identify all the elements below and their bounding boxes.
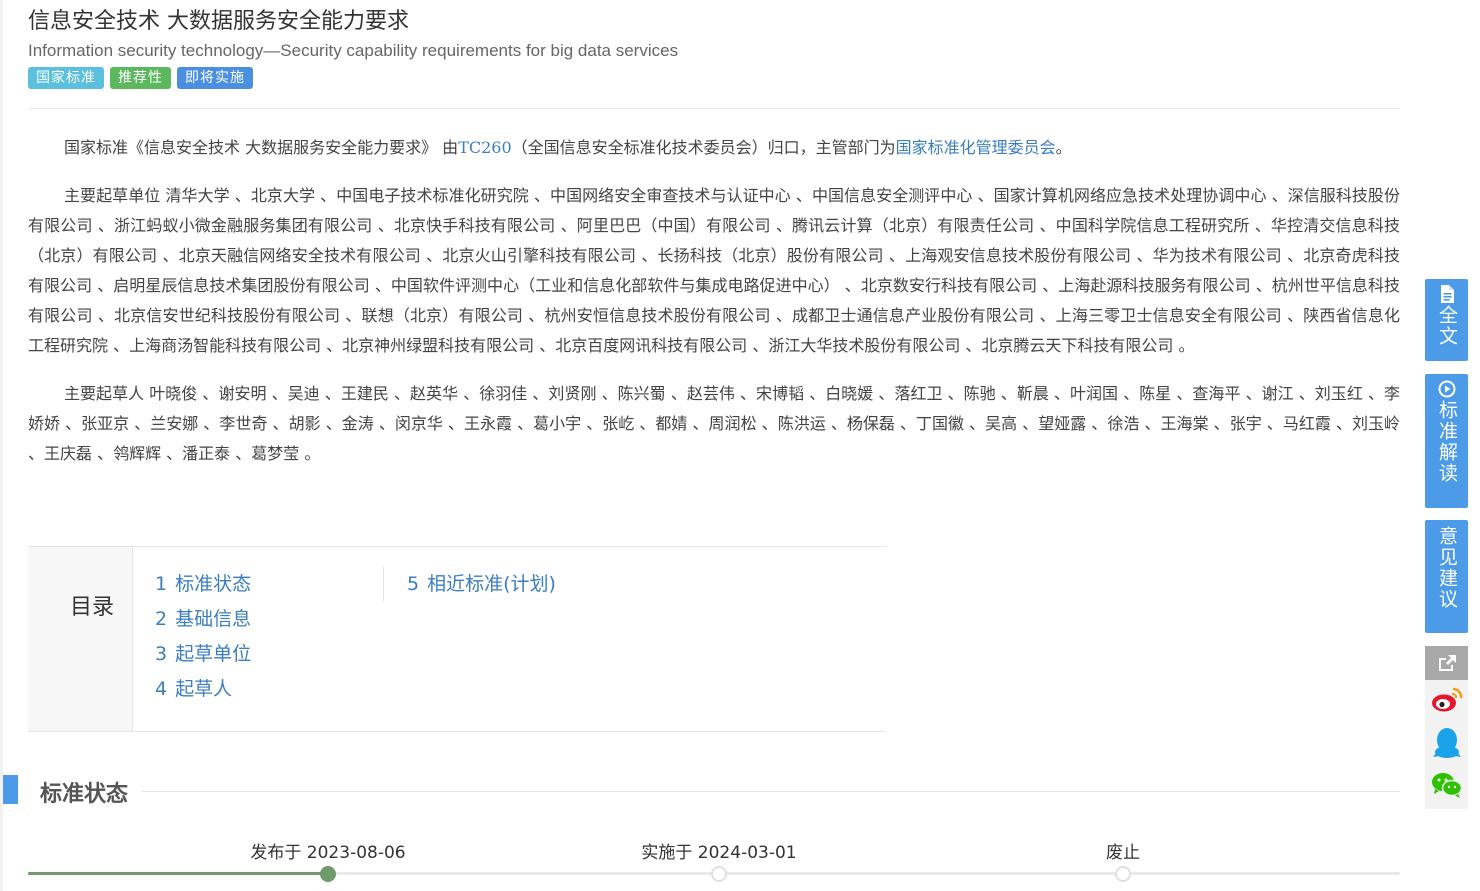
tc260-link[interactable]: TC260 [458,138,511,157]
toc-column-1: 1 标准状态 2 基础信息 3 起草单位 4 起草人 [155,567,251,707]
toc-item-number: 3 [155,643,168,665]
badge-upcoming: 即将实施 [177,67,253,89]
badge-group: 国家标准 推荐性 即将实施 [28,67,1400,89]
page: 信息安全技术 大数据服务安全能力要求 Information security … [0,0,1480,891]
interpretation-label: 标准解读 [1436,400,1458,484]
page-subtitle: Information security technology—Security… [28,41,679,60]
timeline-label-published: 发布于 2023-08-06 [250,843,406,863]
toc-item-label: 标准状态 [175,573,252,595]
feedback-button[interactable]: 意见建议 [1425,520,1468,633]
badge-recommended: 推荐性 [110,67,171,89]
wechat-icon[interactable] [1429,768,1464,802]
drafters-paragraph: 主要起草人 叶晓俊 、谢安明 、吴迪 、王建民 、赵英华 、徐羽佳 、刘贤刚 、… [28,379,1400,469]
standard-header: 信息安全技术 大数据服务安全能力要求 Information security … [28,6,1400,89]
toc-label: 目录 [70,595,115,620]
full-text-button[interactable]: 全文 [1425,279,1468,361]
toc-item-label: 基础信息 [175,608,252,630]
table-of-contents: 目录 1 标准状态 2 基础信息 3 起草单位 4 起草人 5 相近标准(计划) [28,546,885,732]
timeline-dot-effective [711,866,727,882]
toc-item-label: 起草人 [175,678,233,700]
status-section-header: 标准状态 [0,775,1400,807]
section-heading: 标准状态 [40,782,129,807]
status-timeline: 发布于 2023-08-06 实施于 2024-03-01 废止 [28,832,1400,891]
left-rail [0,0,3,891]
toc-item-number: 1 [155,573,168,595]
toc-item-status[interactable]: 1 标准状态 [155,567,251,602]
timeline-label-withdrawn: 废止 [1106,843,1140,863]
play-icon [1438,380,1455,398]
toc-column-2: 5 相近标准(计划) [383,567,556,601]
intro-suffix: 。 [1055,138,1072,157]
timeline-dot-withdrawn [1115,866,1131,882]
toc-item-related-standards[interactable]: 5 相近标准(计划) [407,567,556,602]
section-accent-bar [3,775,18,804]
header-divider [28,108,1400,109]
toc-item-number: 4 [155,678,168,700]
share-panel [1425,646,1468,809]
toc-label-box: 目录 [28,547,133,731]
drafting-units-paragraph: 主要起草单位 清华大学 、北京大学 、中国电子技术标准化研究院 、中国网络安全审… [28,181,1400,361]
page-title: 信息安全技术 大数据服务安全能力要求 [28,9,409,34]
timeline-label-effective: 实施于 2024-03-01 [641,843,797,863]
intro-middle: （全国信息安全标准化技术委员会）归口，主管部门为 [511,138,896,157]
intro-prefix: 国家标准《信息安全技术 大数据服务安全能力要求》 由 [64,138,459,157]
intro-paragraph: 国家标准《信息安全技术 大数据服务安全能力要求》 由TC260（全国信息安全标准… [28,133,1400,163]
drafters-label: 主要起草人 [64,384,145,403]
interpretation-button[interactable]: 标准解读 [1425,374,1468,508]
toc-item-number: 2 [155,608,168,630]
timeline-dot-published [320,866,336,882]
drafters-text: 叶晓俊 、谢安明 、吴迪 、王建民 、赵英华 、徐羽佳 、刘贤刚 、陈兴蜀 、赵… [28,384,1400,463]
full-text-label: 全文 [1436,305,1458,347]
section-divider [142,791,1400,792]
toc-item-label: 起草单位 [175,643,252,665]
timeline-progress-fill [28,872,330,875]
drafting-units-label: 主要起草单位 [64,186,161,205]
description: 国家标准《信息安全技术 大数据服务安全能力要求》 由TC260（全国信息安全标准… [28,133,1400,487]
toc-item-label: 相近标准(计划) [427,573,556,595]
feedback-label: 意见建议 [1436,526,1458,610]
badge-national-standard: 国家标准 [28,67,104,89]
toc-item-drafting-units[interactable]: 3 起草单位 [155,637,251,672]
sac-link[interactable]: 国家标准化管理委员会 [896,138,1056,157]
qq-icon[interactable] [1429,726,1464,760]
weibo-icon[interactable] [1429,683,1464,717]
drafting-units-text: 清华大学 、北京大学 、中国电子技术标准化研究院 、中国网络安全审查技术与认证中… [28,186,1400,355]
document-icon [1440,285,1454,303]
share-icon[interactable] [1425,646,1468,680]
toc-item-drafters[interactable]: 4 起草人 [155,672,251,707]
side-toolbar: 全文 标准解读 意见建议 [1425,0,1468,891]
toc-item-basic-info[interactable]: 2 基础信息 [155,602,251,637]
toc-item-number: 5 [407,573,420,595]
